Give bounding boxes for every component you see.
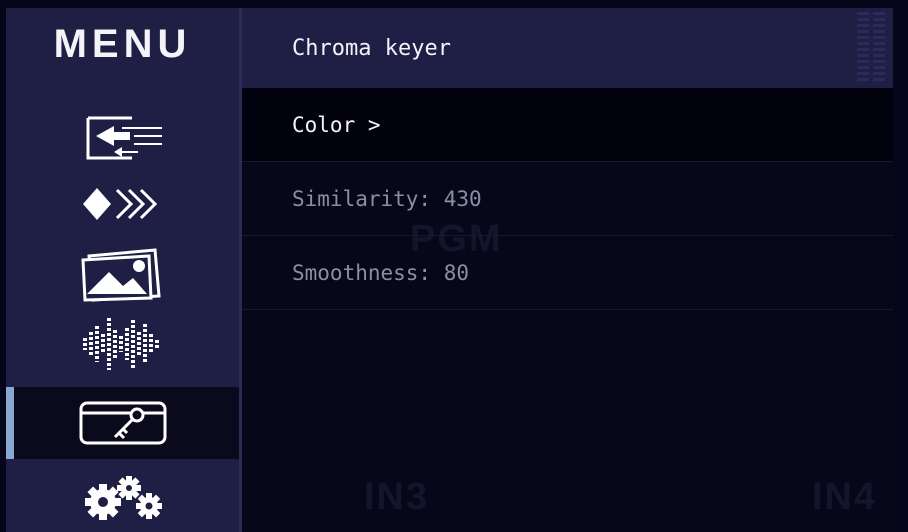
sidebar-item-inputs[interactable] bbox=[6, 102, 239, 174]
menu-row-smoothness[interactable]: Smoothness: 80 bbox=[242, 236, 893, 310]
sidebar-item-audio[interactable] bbox=[6, 308, 239, 380]
menu-row-label: Color > bbox=[292, 112, 381, 137]
background-label-in4: IN4 bbox=[812, 476, 878, 518]
key-card-icon bbox=[79, 401, 166, 445]
sidebar: MENU bbox=[6, 8, 239, 532]
sidebar-item-keyer[interactable] bbox=[6, 387, 239, 459]
menu-row-label: Similarity: 430 bbox=[292, 186, 482, 211]
menu-row-color[interactable]: Color > bbox=[242, 88, 893, 162]
app-frame: MENU PGM IN3 IN4 Chroma keyer Color > Si… bbox=[6, 8, 893, 532]
settings-panel: PGM IN3 IN4 Chroma keyer Color > Similar… bbox=[242, 8, 893, 532]
panel-title: Chroma keyer bbox=[292, 35, 451, 61]
menu-row-similarity[interactable]: Similarity: 430 bbox=[242, 162, 893, 236]
menu-title: MENU bbox=[53, 22, 192, 66]
level-meter-icon bbox=[857, 12, 885, 81]
menu-row-label: Smoothness: 80 bbox=[292, 260, 470, 285]
sidebar-item-images[interactable] bbox=[6, 238, 239, 310]
sidebar-item-transitions[interactable] bbox=[6, 168, 239, 240]
image-gallery-icon bbox=[80, 248, 161, 302]
panel-header: Chroma keyer bbox=[242, 8, 893, 88]
settings-gears-icon bbox=[84, 476, 162, 520]
audio-waveform-icon bbox=[82, 318, 159, 370]
sidebar-item-settings[interactable] bbox=[6, 460, 239, 532]
input-switch-icon bbox=[86, 116, 162, 160]
background-label-in3: IN3 bbox=[364, 476, 430, 518]
transition-icon bbox=[82, 188, 157, 220]
